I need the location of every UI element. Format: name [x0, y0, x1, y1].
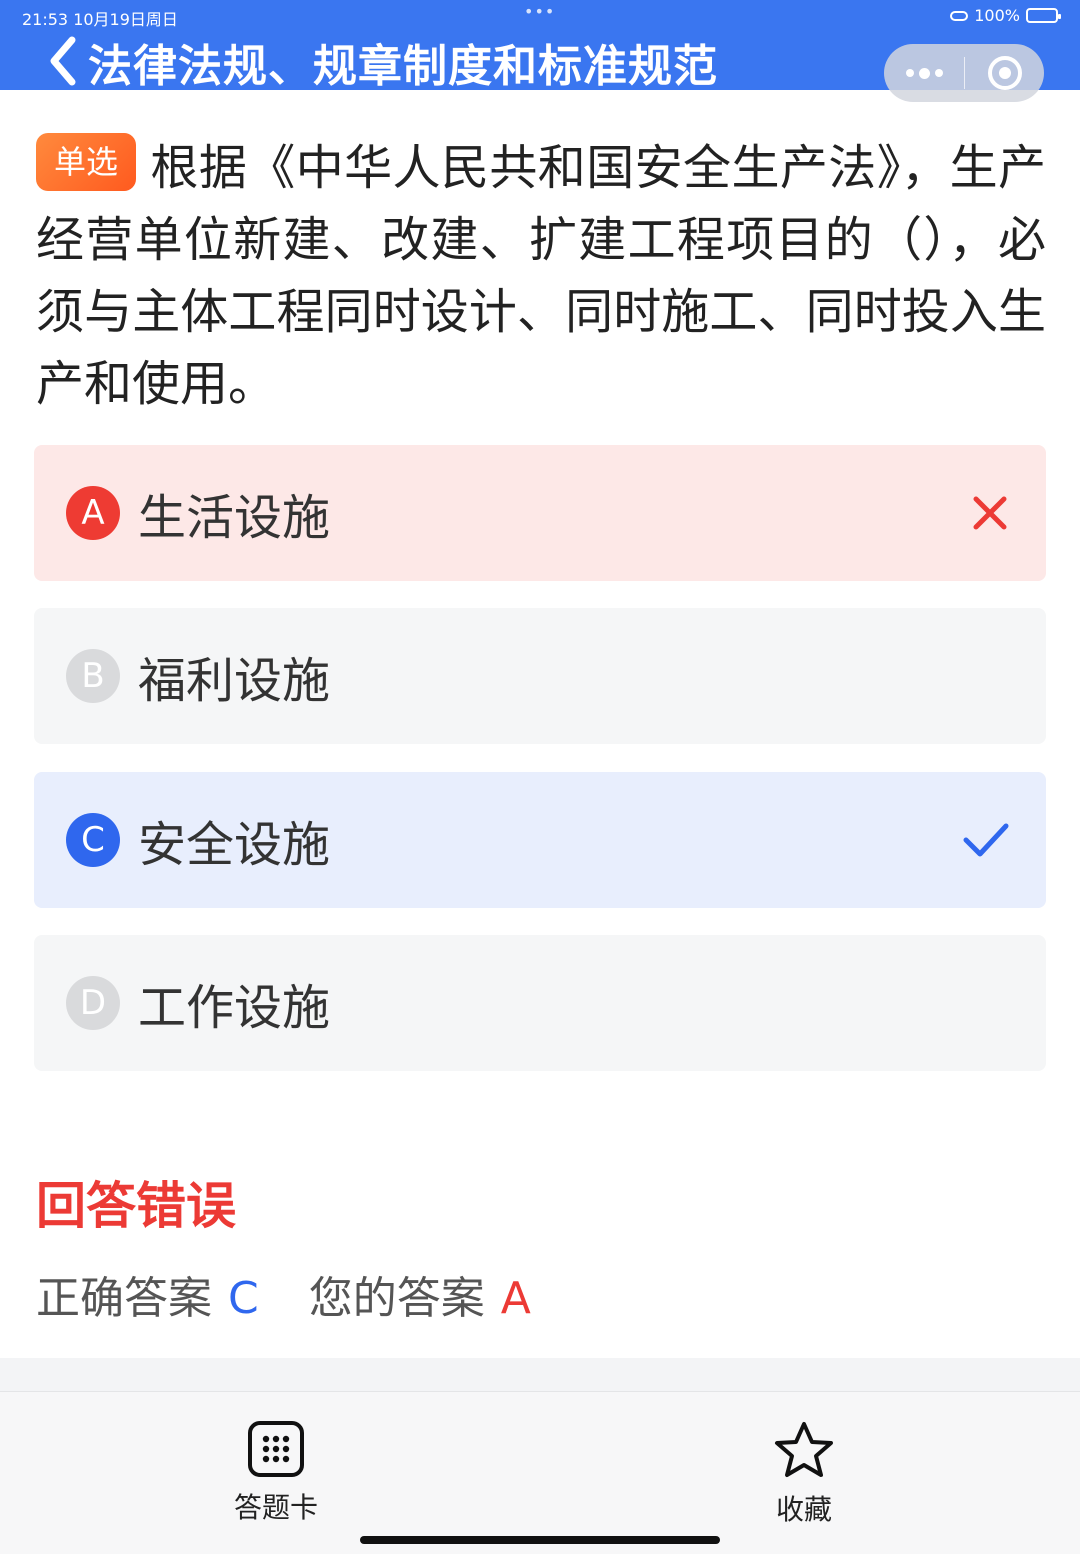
battery-icon: [1026, 8, 1061, 23]
more-dots-icon[interactable]: [884, 44, 964, 102]
section-separator: [0, 1358, 1080, 1392]
option-letter-badge: B: [66, 649, 120, 703]
question-type-tag: 单选: [36, 133, 137, 191]
correct-answer-value: C: [228, 1273, 259, 1324]
question-text: 根据《中华人民共和国安全生产法》，生产经营单位新建、改建、扩建工程项目的（），必…: [36, 140, 1046, 412]
option-letter-badge: A: [66, 486, 120, 540]
option-b[interactable]: B 福利设施: [34, 608, 1046, 744]
mini-program-capsule: [884, 44, 1044, 102]
app-header: 21:53 10月19日周日 ••• 100% 法律法规、规章制度和标准规范: [0, 0, 1080, 102]
link-icon: [950, 10, 969, 21]
status-dots: •••: [524, 2, 556, 21]
option-text: 福利设施: [138, 653, 331, 709]
option-c[interactable]: C 安全设施: [34, 772, 1046, 908]
answer-card-label: 答题卡: [233, 1491, 318, 1524]
check-icon: [963, 823, 1009, 857]
page-title: 法律法规、规章制度和标准规范: [88, 41, 718, 92]
favorite-label: 收藏: [775, 1493, 832, 1526]
answer-card-button[interactable]: 答题卡: [206, 1420, 346, 1526]
option-letter-badge: D: [66, 976, 120, 1030]
your-answer-label: 您的答案: [308, 1273, 485, 1324]
favorite-button[interactable]: 收藏: [734, 1420, 874, 1528]
home-indicator[interactable]: [360, 1536, 720, 1544]
option-letter-badge: C: [66, 813, 120, 867]
status-time: 21:53 10月19日周日: [22, 10, 178, 29]
close-circle-icon[interactable]: [965, 44, 1044, 102]
bottom-toolbar: 答题卡 收藏: [0, 1392, 1080, 1554]
option-text: 工作设施: [138, 980, 331, 1036]
grid-icon: [248, 1421, 304, 1477]
battery-percent: 100%: [974, 6, 1020, 25]
back-arrow-icon[interactable]: [44, 34, 84, 88]
option-text: 安全设施: [138, 817, 331, 873]
answer-summary: 正确答案 C 您的答案 A: [36, 1262, 531, 1326]
correct-answer-label: 正确答案: [36, 1273, 212, 1324]
your-answer-value: A: [500, 1273, 531, 1324]
question-stem: 单选 根据《中华人民共和国安全生产法》，生产经营单位新建、改建、扩建工程项目的（）…: [36, 132, 1046, 420]
star-icon: [775, 1422, 833, 1477]
option-text: 生活设施: [138, 490, 331, 546]
option-a[interactable]: A 生活设施: [34, 445, 1046, 581]
option-d[interactable]: D 工作设施: [34, 935, 1046, 1071]
status-right: 100%: [950, 6, 1061, 25]
cross-icon: [973, 496, 1007, 530]
result-title: 回答错误: [36, 1177, 236, 1235]
